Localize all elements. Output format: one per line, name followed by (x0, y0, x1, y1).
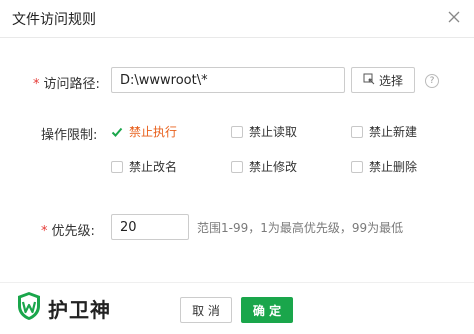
ok-button[interactable]: 确 定 (241, 297, 293, 323)
checkbox-label: 禁止删除 (369, 160, 418, 174)
required-mark: * (41, 224, 48, 239)
checkbox-no-modify[interactable]: 禁止修改 (231, 158, 297, 175)
path-input[interactable] (111, 67, 345, 93)
priority-label: 优先级: (51, 224, 95, 239)
checkbox-icon (351, 160, 363, 173)
checkbox-label: 禁止改名 (129, 160, 178, 174)
restriction-label: 操作限制: (41, 128, 98, 143)
checkbox-no-delete[interactable]: 禁止删除 (351, 158, 417, 175)
checkbox-label: 禁止新建 (369, 125, 418, 139)
checkbox-label: 禁止读取 (249, 125, 298, 139)
cancel-button[interactable]: 取 消 (180, 297, 232, 323)
close-icon[interactable] (446, 9, 462, 25)
checkbox-no-create[interactable]: 禁止新建 (351, 123, 417, 140)
priority-label-row: * 优先级: (41, 220, 95, 239)
priority-hint: 范围1-99，1为最高优先级，99为最低 (197, 221, 404, 235)
checkbox-icon (351, 125, 363, 138)
checkbox-label: 禁止修改 (249, 160, 298, 174)
priority-input[interactable] (111, 214, 189, 240)
checked-icon (111, 126, 123, 138)
brand-logo: 护卫神 (16, 291, 111, 325)
path-label: 访问路径: (43, 77, 100, 92)
choose-button[interactable]: 选择 (351, 67, 415, 93)
title-bar: 文件访问规则 (0, 0, 474, 38)
checkbox-icon (231, 160, 243, 173)
dialog-title: 文件访问规则 (12, 12, 96, 28)
checkbox-label: 禁止执行 (129, 125, 178, 139)
brand-name: 护卫神 (48, 297, 111, 322)
select-file-icon (363, 73, 375, 88)
checkbox-icon (111, 160, 123, 173)
help-icon[interactable]: ? (425, 74, 439, 88)
checkbox-no-rename[interactable]: 禁止改名 (111, 158, 177, 175)
path-label-row: * 访问路径: (33, 73, 100, 92)
checkbox-no-execute[interactable]: 禁止执行 (111, 123, 177, 140)
choose-button-label: 选择 (378, 73, 403, 88)
required-mark: * (33, 77, 40, 92)
checkbox-no-read[interactable]: 禁止读取 (231, 123, 297, 140)
checkbox-icon (231, 125, 243, 138)
shield-logo-icon (16, 291, 42, 325)
